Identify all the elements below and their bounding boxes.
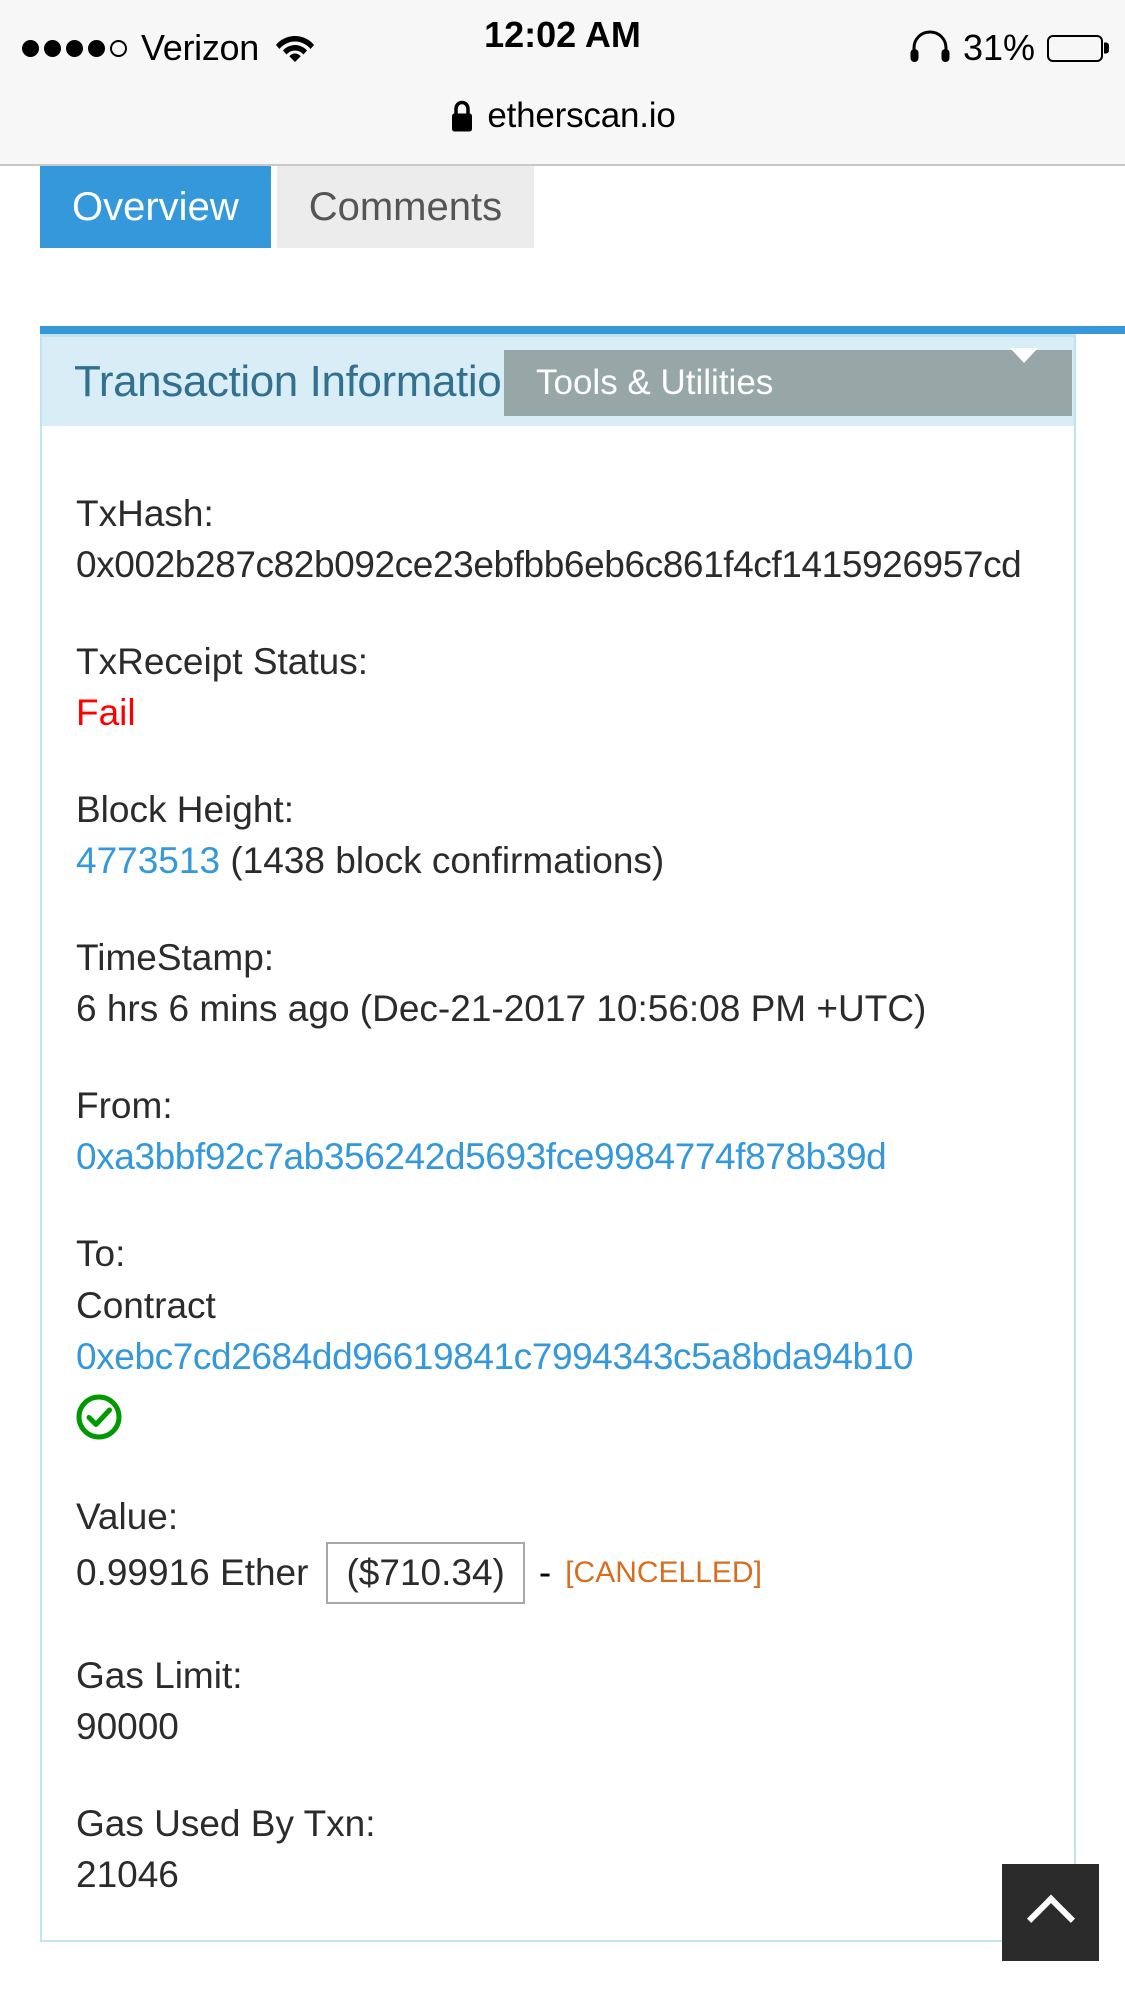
headphones-icon — [909, 29, 951, 68]
panel-header: Transaction Information Tools & Utilitie… — [42, 334, 1074, 426]
page-content: Overview Comments Transaction Informatio… — [0, 166, 1125, 2001]
block-height-value-row: 4773513 (1438 block confirmations) — [76, 835, 1074, 886]
tab-strip: Overview Comments — [40, 166, 1125, 248]
timestamp-label: TimeStamp: — [76, 937, 275, 979]
block-height-link[interactable]: 4773513 — [76, 840, 220, 881]
field-value: Value: 0.99916 Ether ($710.34) - [CANCEL… — [76, 1491, 1074, 1604]
timestamp-value: 6 hrs 6 mins ago (Dec-21-2017 10:56:08 P… — [76, 988, 927, 1030]
field-to: To: Contract 0xebc7cd2684dd96619841c7994… — [76, 1228, 1074, 1444]
url-text: etherscan.io — [487, 96, 676, 135]
contract-verified-row — [76, 1394, 1074, 1445]
wifi-icon — [275, 30, 315, 67]
chevron-down-icon — [1010, 348, 1038, 403]
carrier-name: Verizon — [141, 27, 259, 68]
battery-icon — [1047, 34, 1103, 62]
block-height-label: Block Height: — [76, 789, 294, 831]
battery-percent: 31% — [962, 27, 1035, 68]
from-label: From: — [76, 1085, 173, 1127]
field-txhash: TxHash: 0x002b287c82b092ce23ebfbb6eb6c86… — [76, 488, 1074, 590]
tab-comments[interactable]: Comments — [276, 166, 535, 248]
value-separator: - — [538, 1551, 552, 1593]
status-bar-left: Verizon — [22, 27, 315, 69]
gas-limit-value: 90000 — [76, 1705, 179, 1747]
verified-check-icon — [76, 1394, 1074, 1445]
field-from: From: 0xa3bbf92c7ab356242d5693fce9984774… — [76, 1080, 1074, 1182]
value-usd-badge: ($710.34) — [326, 1541, 525, 1604]
cancelled-tag: [CANCELLED] — [565, 1555, 762, 1589]
gas-limit-label: Gas Limit: — [76, 1654, 243, 1696]
tab-overview[interactable]: Overview — [40, 166, 271, 248]
to-address-link[interactable]: 0xebc7cd2684dd96619841c7994343c5a8bda94b… — [76, 1331, 1074, 1382]
tools-and-utilities-label: Tools & Utilities — [536, 363, 774, 402]
signal-strength-icon — [22, 39, 127, 57]
field-timestamp: TimeStamp: 6 hrs 6 mins ago (Dec-21-2017… — [76, 932, 1074, 1034]
field-txreceipt-status: TxReceipt Status: Fail — [76, 636, 1074, 738]
field-block-height: Block Height: 4773513 (1438 block confir… — [76, 784, 1074, 886]
txhash-value: 0x002b287c82b092ce23ebfbb6eb6c861f4cf141… — [76, 544, 1022, 586]
field-gas-used: Gas Used By Txn: 21046 — [76, 1798, 1074, 1900]
to-kind-label: Contract — [76, 1284, 216, 1326]
scroll-to-top-button[interactable] — [1002, 1864, 1099, 1961]
ios-status-bar: Verizon 12:02 AM 31% — [0, 0, 1125, 96]
chevron-up-icon — [1026, 1894, 1075, 1943]
block-confirmations: (1438 block confirmations) — [230, 840, 665, 882]
value-row: 0.99916 Ether ($710.34) - [CANCELLED] — [76, 1541, 1074, 1604]
from-address-link[interactable]: 0xa3bbf92c7ab356242d5693fce9984774f878b3… — [76, 1131, 1074, 1182]
to-label: To: — [76, 1233, 126, 1275]
panel-body: TxHash: 0x002b287c82b092ce23ebfbb6eb6c86… — [42, 426, 1074, 1940]
tab-underline — [40, 326, 1125, 334]
gas-used-value: 21046 — [76, 1853, 179, 1895]
status-badge: Fail — [76, 692, 136, 734]
field-gas-limit: Gas Limit: 90000 — [76, 1650, 1074, 1752]
lock-icon — [449, 100, 475, 139]
txreceipt-status-label: TxReceipt Status: — [76, 641, 369, 683]
status-bar-right: 31% — [909, 27, 1103, 69]
gas-used-label: Gas Used By Txn: — [76, 1802, 376, 1844]
value-ether: 0.99916 Ether — [76, 1552, 309, 1594]
txhash-label: TxHash: — [76, 493, 214, 534]
browser-url-bar[interactable]: etherscan.io — [0, 96, 1125, 166]
transaction-information-panel: Transaction Information Tools & Utilitie… — [40, 334, 1076, 1942]
value-label: Value: — [76, 1495, 179, 1537]
tools-and-utilities-dropdown[interactable]: Tools & Utilities — [504, 348, 1072, 416]
page-title: Transaction Information — [74, 356, 526, 406]
